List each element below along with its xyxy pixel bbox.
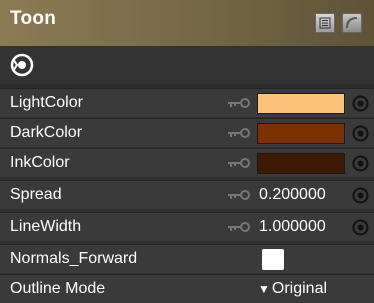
node-toolbar (0, 46, 374, 84)
panel-titlebar: Toon (0, 0, 374, 46)
property-row-outline-mode: Outline Mode ▼ Original (0, 274, 374, 303)
panel-title: Toon (10, 8, 57, 29)
toon-panel: Toon LightColor DarkColor InkColor Sprea… (0, 0, 374, 303)
property-row-spread: Spread 0.200000 (0, 180, 374, 209)
menu-icon[interactable] (315, 13, 335, 33)
color-swatch[interactable] (257, 153, 345, 174)
key-icon[interactable] (227, 222, 251, 232)
bind-dot-icon[interactable] (352, 187, 369, 204)
key-icon[interactable] (227, 190, 251, 200)
dropdown-value: Original (271, 280, 328, 297)
property-label: Spread (10, 186, 62, 203)
property-label: InkColor (10, 154, 70, 171)
property-row-darkcolor: DarkColor (0, 118, 374, 147)
property-row-linewidth: LineWidth 1.000000 (0, 212, 374, 241)
collapse-icon[interactable] (342, 13, 362, 33)
property-label: LightColor (10, 94, 83, 111)
key-icon[interactable] (227, 158, 251, 168)
dropdown-arrow-icon: ▼ (258, 282, 270, 296)
bind-dot-icon[interactable] (352, 95, 369, 112)
number-field[interactable]: 0.200000 (259, 186, 326, 204)
key-icon[interactable] (227, 128, 251, 138)
bind-dot-icon[interactable] (352, 155, 369, 172)
property-row-normals-forward: Normals_Forward (0, 244, 374, 273)
property-label: LineWidth (10, 218, 82, 235)
property-row-inkcolor: InkColor (0, 148, 374, 177)
key-icon[interactable] (227, 98, 251, 108)
property-label: Outline Mode (10, 280, 106, 297)
property-label: DarkColor (10, 124, 83, 141)
normals-forward-checkbox[interactable] (262, 249, 284, 270)
color-swatch[interactable] (257, 93, 345, 114)
bind-dot-icon[interactable] (352, 125, 369, 142)
property-row-lightcolor: LightColor (0, 88, 374, 117)
color-swatch[interactable] (257, 123, 345, 144)
outline-mode-dropdown[interactable]: ▼ Original (258, 280, 327, 298)
bind-dot-icon[interactable] (352, 219, 369, 236)
number-field[interactable]: 1.000000 (259, 218, 326, 236)
target-icon[interactable] (10, 53, 34, 77)
property-label: Normals_Forward (10, 250, 138, 267)
